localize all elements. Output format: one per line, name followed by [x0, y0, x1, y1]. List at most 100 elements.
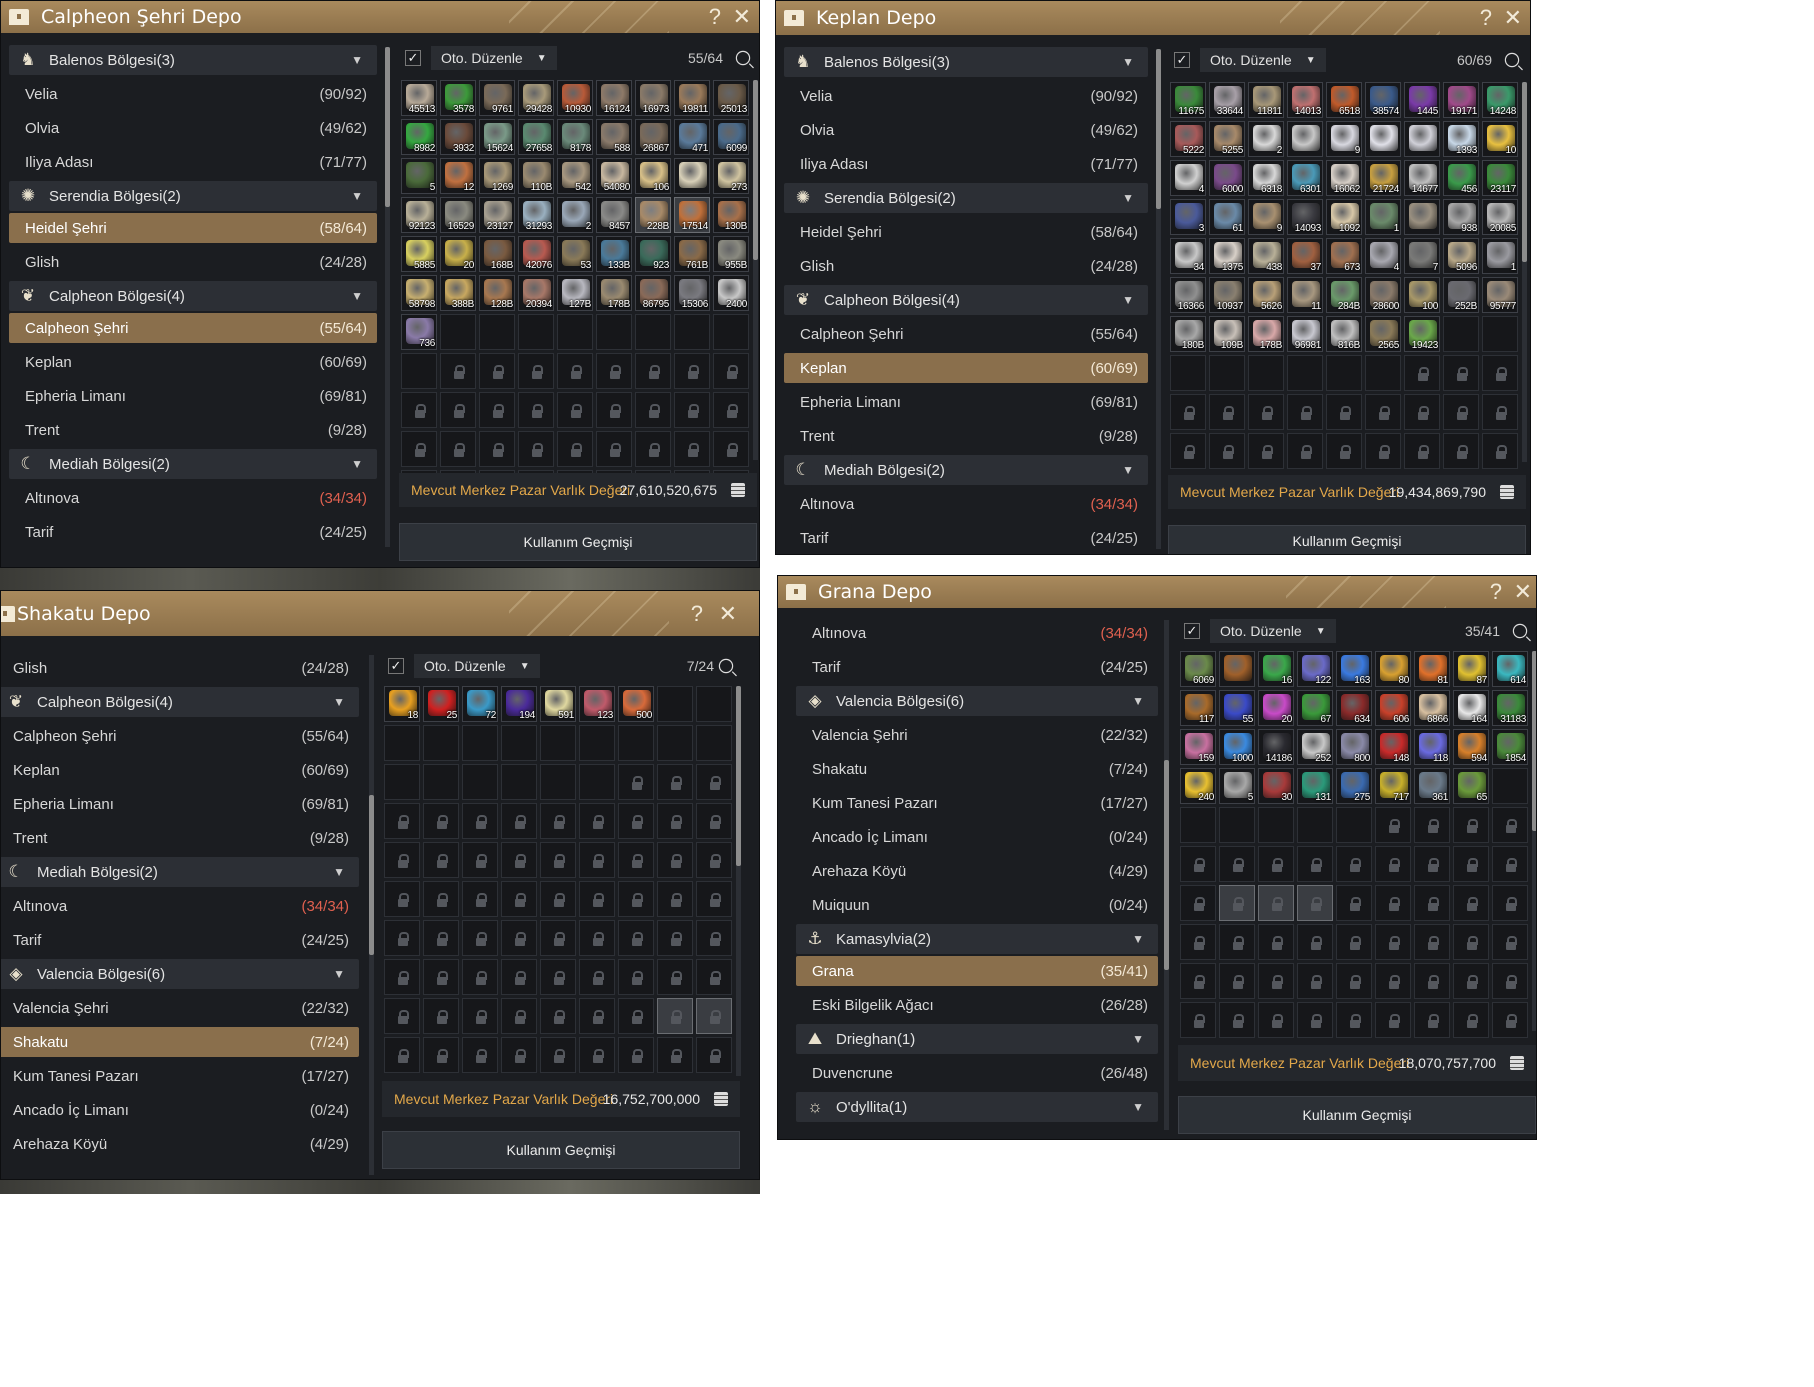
- town-item[interactable]: Epheria Limanı (69/81): [1, 379, 385, 413]
- locked-slot[interactable]: [1375, 846, 1411, 882]
- item-slot[interactable]: [1287, 121, 1323, 157]
- window-titlebar[interactable]: Grana Depo ? ✕: [778, 576, 1536, 608]
- locked-slot[interactable]: [1248, 433, 1284, 469]
- item-slot[interactable]: 5: [401, 158, 437, 194]
- item-slot[interactable]: 10930: [557, 80, 593, 116]
- item-slot[interactable]: 53: [557, 236, 593, 272]
- locked-slot[interactable]: [618, 920, 654, 956]
- locked-slot[interactable]: [696, 920, 732, 956]
- item-slot[interactable]: 16366: [1170, 277, 1206, 313]
- locked-slot[interactable]: [713, 392, 749, 428]
- town-item[interactable]: Tarif (24/25): [1, 515, 385, 549]
- locked-slot[interactable]: [1365, 433, 1401, 469]
- region-header[interactable]: ⚓ Kamasylvia(2) ▼: [796, 924, 1158, 954]
- item-slot[interactable]: 23117: [1482, 160, 1518, 196]
- item-slot[interactable]: 14186: [1258, 729, 1294, 765]
- item-slot[interactable]: 273: [713, 158, 749, 194]
- region-header[interactable]: ♞ Balenos Bölgesi(3) ▼: [784, 47, 1148, 77]
- locked-slot[interactable]: [462, 803, 498, 839]
- item-slot[interactable]: 955B: [713, 236, 749, 272]
- item-slot[interactable]: 6318: [1248, 160, 1284, 196]
- item-slot[interactable]: 1: [1365, 199, 1401, 235]
- item-grid-scrollbar[interactable]: [753, 80, 758, 460]
- locked-slot[interactable]: [1453, 807, 1489, 843]
- empty-slot[interactable]: [1365, 355, 1401, 391]
- item-slot[interactable]: 86795: [635, 275, 671, 311]
- locked-slot[interactable]: [462, 1037, 498, 1073]
- item-slot[interactable]: [1219, 651, 1255, 687]
- item-slot[interactable]: 3578: [440, 80, 476, 116]
- locked-slot[interactable]: [618, 959, 654, 995]
- locked-slot[interactable]: [657, 764, 693, 800]
- item-slot[interactable]: [1365, 121, 1401, 157]
- item-slot[interactable]: 252B: [1443, 277, 1479, 313]
- auto-sort-checkbox[interactable]: ✓: [1184, 623, 1200, 639]
- locked-slot[interactable]: [501, 920, 537, 956]
- locked-slot[interactable]: [557, 392, 593, 428]
- item-slot[interactable]: 634: [1336, 690, 1372, 726]
- locked-slot[interactable]: [1482, 394, 1518, 430]
- town-item[interactable]: Heidel Şehri (58/64): [776, 215, 1156, 249]
- locked-slot[interactable]: [579, 998, 615, 1034]
- region-header[interactable]: ❦ Calpheon Bölgesi(4) ▼: [784, 285, 1148, 315]
- locked-slot[interactable]: [557, 353, 593, 389]
- empty-slot[interactable]: [384, 764, 420, 800]
- close-button[interactable]: ✕: [733, 4, 751, 30]
- item-slot[interactable]: 8178: [557, 119, 593, 155]
- town-item[interactable]: Altınova (34/34): [788, 616, 1166, 650]
- item-slot[interactable]: 55: [1219, 690, 1255, 726]
- locked-slot[interactable]: [479, 431, 515, 467]
- locked-slot[interactable]: [1404, 355, 1440, 391]
- item-slot[interactable]: 8457: [596, 197, 632, 233]
- item-slot[interactable]: 438: [1248, 238, 1284, 274]
- locked-slot[interactable]: [1219, 1002, 1255, 1038]
- item-slot[interactable]: 1375: [1209, 238, 1245, 274]
- empty-slot[interactable]: [462, 764, 498, 800]
- item-slot[interactable]: 923: [635, 236, 671, 272]
- help-button[interactable]: ?: [709, 4, 721, 30]
- locked-slot[interactable]: [1492, 807, 1528, 843]
- item-slot[interactable]: 5255: [1209, 121, 1245, 157]
- empty-slot[interactable]: [713, 314, 749, 350]
- region-header[interactable]: ✺ Serendia Bölgesi(2) ▼: [784, 183, 1148, 213]
- locked-slot[interactable]: [1404, 394, 1440, 430]
- empty-slot[interactable]: [1258, 807, 1294, 843]
- empty-slot[interactable]: [1209, 355, 1245, 391]
- locked-slot[interactable]: [1209, 433, 1245, 469]
- locked-slot[interactable]: [423, 920, 459, 956]
- locked-slot[interactable]: [1453, 1002, 1489, 1038]
- locked-slot[interactable]: [540, 881, 576, 917]
- empty-slot[interactable]: [557, 314, 593, 350]
- item-slot[interactable]: 123: [579, 686, 615, 722]
- town-item[interactable]: Glish (24/28): [776, 249, 1156, 283]
- item-slot[interactable]: 25013: [713, 80, 749, 116]
- locked-slot[interactable]: [1492, 846, 1528, 882]
- usage-history-button[interactable]: Kullanım Geçmişi: [1178, 1096, 1536, 1134]
- item-slot[interactable]: 163: [1336, 651, 1372, 687]
- locked-slot[interactable]: [1453, 963, 1489, 999]
- item-slot[interactable]: 606: [1375, 690, 1411, 726]
- item-slot[interactable]: 717: [1375, 768, 1411, 804]
- item-slot[interactable]: 938: [1443, 199, 1479, 235]
- item-slot[interactable]: 591: [540, 686, 576, 722]
- locked-slot[interactable]: [1443, 355, 1479, 391]
- item-slot[interactable]: 5222: [1170, 121, 1206, 157]
- locked-slot[interactable]: [1414, 963, 1450, 999]
- item-slot[interactable]: 471: [674, 119, 710, 155]
- region-header[interactable]: ❦ Calpheon Bölgesi(4) ▼: [9, 281, 377, 311]
- town-item[interactable]: Keplan (60/69): [784, 353, 1148, 383]
- locked-slot[interactable]: [1443, 394, 1479, 430]
- locked-slot[interactable]: [518, 392, 554, 428]
- item-slot[interactable]: 96981: [1287, 316, 1323, 352]
- locked-slot[interactable]: [423, 998, 459, 1034]
- item-slot[interactable]: 33644: [1209, 82, 1245, 118]
- town-item[interactable]: Shakatu (7/24): [788, 752, 1166, 786]
- item-slot[interactable]: 11675: [1170, 82, 1206, 118]
- locked-slot[interactable]: [1180, 846, 1216, 882]
- item-slot[interactable]: 67: [1297, 690, 1333, 726]
- item-slot[interactable]: 95777: [1482, 277, 1518, 313]
- item-slot[interactable]: 15624: [479, 119, 515, 155]
- item-slot[interactable]: 110B: [518, 158, 554, 194]
- empty-slot[interactable]: [501, 764, 537, 800]
- locked-slot[interactable]: [618, 842, 654, 878]
